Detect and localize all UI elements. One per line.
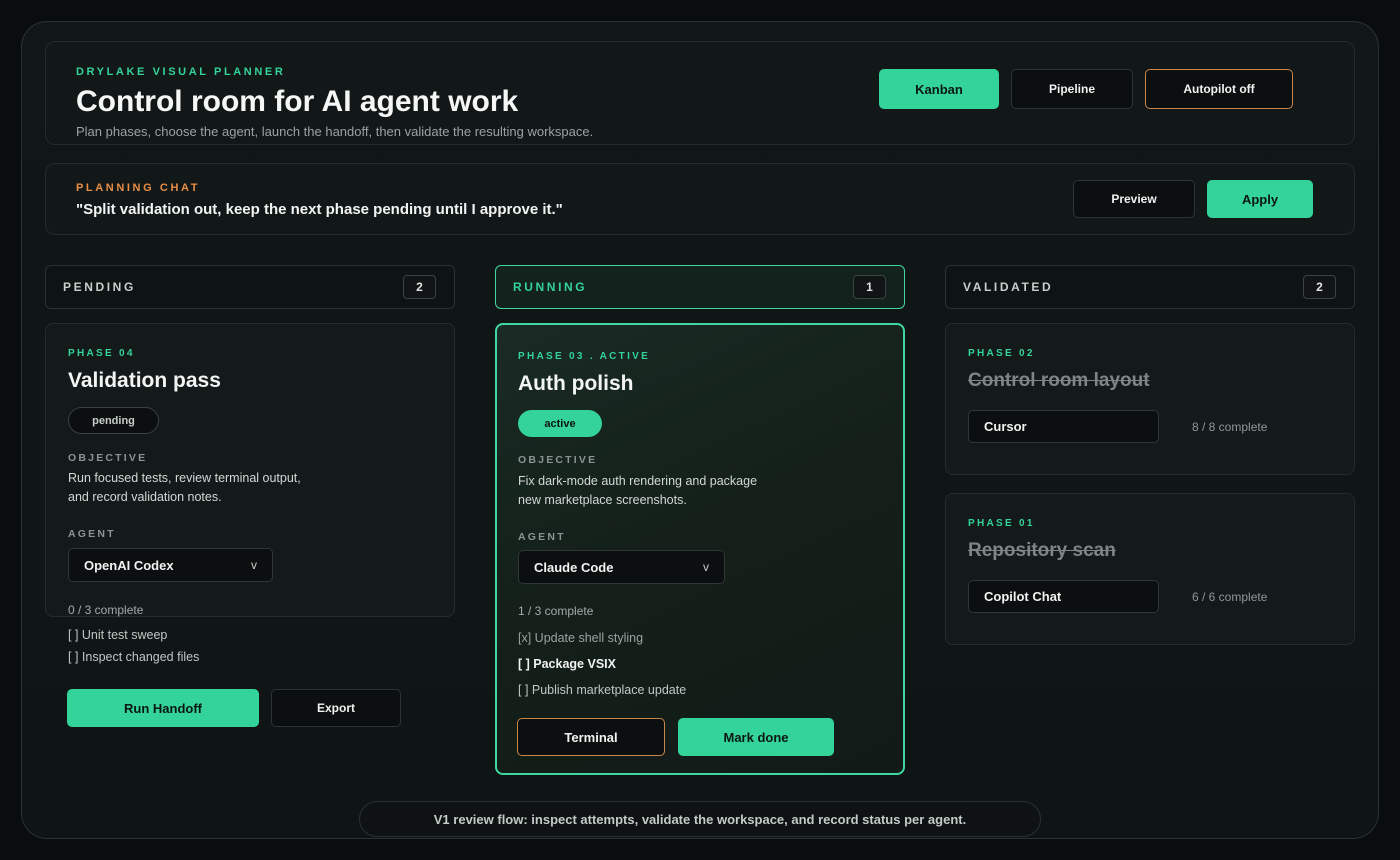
preview-button[interactable]: Preview [1073,180,1195,218]
column-title: RUNNING [513,280,588,294]
column-header-pending: PENDING 2 [45,265,455,309]
phase-number: PHASE 03 . ACTIVE [518,351,651,362]
phase-number: PHASE 04 [68,348,135,359]
agent-select[interactable]: OpenAI Codex v [68,548,273,582]
export-button[interactable]: Export [271,689,401,727]
objective-text-line-2: and record validation notes. [68,490,222,504]
pending-progress: 0 / 3 complete [68,603,144,617]
phase-card-validated[interactable]: PHASE 01 Repository scan Copilot Chat 6 … [945,493,1355,645]
phase-card-active[interactable]: PHASE 03 . ACTIVE Auth polish active OBJ… [495,323,905,775]
active-progress: 1 / 3 complete [518,604,594,618]
planning-chat-panel: PLANNING CHAT "Split validation out, kee… [45,163,1355,235]
column-header-running: RUNNING 1 [495,265,905,309]
run-handoff-button[interactable]: Run Handoff [67,689,259,727]
column-header-validated: VALIDATED 2 [945,265,1355,309]
app-eyebrow: DRYLAKE VISUAL PLANNER [76,66,286,78]
validated-progress: 6 / 6 complete [1192,590,1268,604]
objective-label: OBJECTIVE [68,452,148,464]
column-title: PENDING [63,280,136,294]
phase-card-validated[interactable]: PHASE 02 Control room layout Cursor 8 / … [945,323,1355,475]
status-badge: pending [68,407,159,434]
column-count-badge: 2 [1303,275,1336,299]
planning-chat-label: PLANNING CHAT [76,182,201,194]
objective-text-line-1: Fix dark-mode auth rendering and package [518,474,758,488]
autopilot-toggle-button[interactable]: Autopilot off [1145,69,1293,109]
chevron-down-icon: v [251,558,257,572]
task-item[interactable]: [ ] Publish marketplace update [518,683,686,697]
pipeline-view-button[interactable]: Pipeline [1011,69,1133,109]
phase-title: Validation pass [68,369,221,392]
column-count-badge: 2 [403,275,436,299]
objective-label: OBJECTIVE [518,454,598,466]
page-title: Control room for AI agent work [76,85,519,118]
mark-done-button[interactable]: Mark done [678,718,834,756]
column-count-badge: 1 [853,275,886,299]
phase-title: Auth polish [518,372,634,395]
planning-chat-message: "Split validation out, keep the next pha… [76,201,563,218]
agent-chip: Copilot Chat [968,580,1159,613]
kanban-view-button[interactable]: Kanban [879,69,999,109]
phase-title: Repository scan [968,540,1116,561]
agent-select-value: Claude Code [534,559,614,575]
phase-number: PHASE 02 [968,348,1035,359]
task-item-current[interactable]: [ ] Package VSIX [518,657,616,671]
status-badge: active [518,410,602,437]
agent-select-value: OpenAI Codex [84,557,174,573]
phase-title: Control room layout [968,370,1150,391]
validated-progress: 8 / 8 complete [1192,420,1268,434]
apply-button[interactable]: Apply [1207,180,1313,218]
agent-chip: Cursor [968,410,1159,443]
column-title: VALIDATED [963,280,1054,294]
agent-label: AGENT [518,531,566,543]
agent-label: AGENT [68,528,116,540]
task-item[interactable]: [ ] Unit test sweep [68,628,167,642]
task-item-done[interactable]: [x] Update shell styling [518,631,643,645]
objective-text-line-1: Run focused tests, review terminal outpu… [68,471,301,485]
page-subtitle: Plan phases, choose the agent, launch th… [76,124,594,139]
agent-select[interactable]: Claude Code v [518,550,725,584]
terminal-button[interactable]: Terminal [517,718,665,756]
task-item[interactable]: [ ] Inspect changed files [68,650,199,664]
review-flow-footer: V1 review flow: inspect attempts, valida… [359,801,1041,837]
objective-text-line-2: new marketplace screenshots. [518,493,687,507]
header-panel: DRYLAKE VISUAL PLANNER Control room for … [45,41,1355,145]
chevron-down-icon: v [703,560,709,574]
phase-card-pending[interactable]: PHASE 04 Validation pass pending OBJECTI… [45,323,455,617]
phase-number: PHASE 01 [968,518,1035,529]
